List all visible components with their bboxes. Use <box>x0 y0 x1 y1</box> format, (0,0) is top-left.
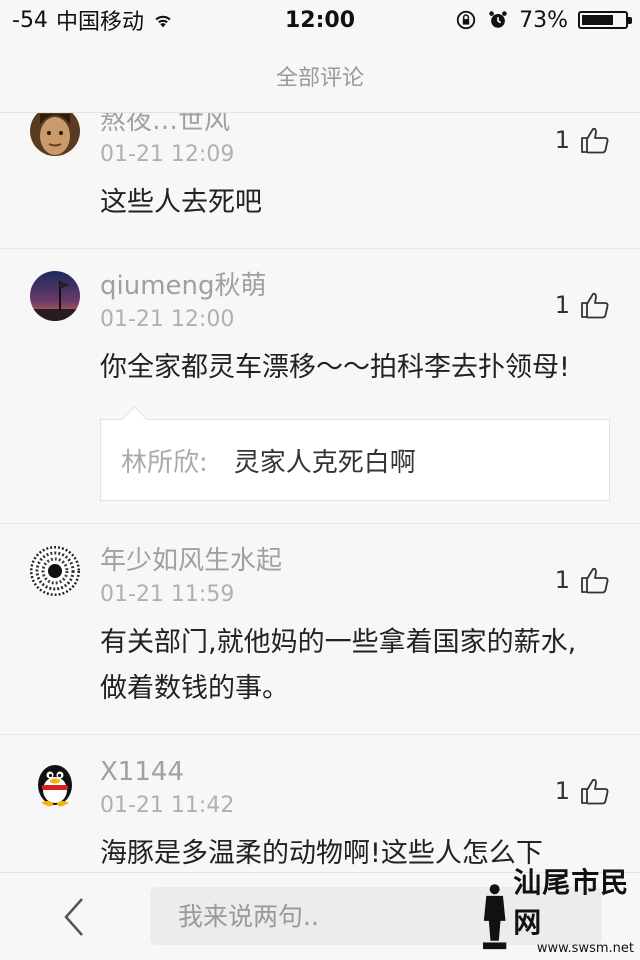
comment-time: 01-21 12:00 <box>100 307 235 332</box>
like-button[interactable]: 1 <box>555 566 610 594</box>
watermark-text: 汕尾市民网 www.swsm.net <box>513 861 634 956</box>
comment-list-content: 熬夜…世风 01-21 12:09 这些人去死吧 1 qiumeng秋萌 01-… <box>0 112 640 872</box>
avatar[interactable] <box>30 546 80 596</box>
like-button[interactable]: 1 <box>555 777 610 805</box>
like-button[interactable]: 1 <box>555 126 610 154</box>
comment-time: 01-21 12:09 <box>100 142 235 167</box>
status-right: 73% <box>455 7 632 33</box>
comment-username[interactable]: 年少如风生水起 <box>100 544 610 578</box>
avatar[interactable] <box>30 757 80 807</box>
thumbs-up-icon <box>581 127 609 154</box>
avatar[interactable] <box>30 271 80 321</box>
battery-tip <box>628 17 632 24</box>
back-chevron-icon[interactable] <box>54 895 94 939</box>
nav-header: 全部评论 <box>0 40 640 113</box>
like-count: 1 <box>554 777 570 805</box>
site-watermark: 汕尾市民网 www.swsm.net <box>478 866 634 956</box>
comment-time: 01-21 11:59 <box>100 582 235 607</box>
signal-strength: -54 <box>12 7 48 33</box>
page-title: 全部评论 <box>275 66 364 91</box>
rotation-lock-icon <box>456 10 476 30</box>
watermark-url: www.swsm.net <box>536 941 634 956</box>
like-count: 1 <box>554 126 570 154</box>
statue-logo-icon <box>482 884 507 950</box>
comment-item[interactable]: X1144 01-21 11:42 海豚是多温柔的动物啊!这些人怎么下 1 <box>0 735 640 872</box>
comment-time: 01-21 11:42 <box>100 793 235 818</box>
thumbs-up-icon <box>581 292 609 319</box>
status-left: -54 中国移动 <box>12 4 174 36</box>
quoted-reply[interactable]: 林所欣: 灵家人克死白啊 <box>100 419 610 501</box>
comment-item[interactable]: qiumeng秋萌 01-21 12:00 你全家都灵车漂移～～拍科李去扑领母!… <box>0 249 640 524</box>
carrier-name: 中国移动 <box>55 10 144 35</box>
reply-text: 灵家人克死白啊 <box>233 447 416 478</box>
comment-list[interactable]: 熬夜…世风 01-21 12:09 这些人去死吧 1 qiumeng秋萌 01-… <box>0 112 640 872</box>
battery-icon <box>578 11 632 29</box>
like-count: 1 <box>554 566 570 594</box>
comment-text: 你全家都灵车漂移～～拍科李去扑领母! <box>100 352 570 383</box>
thumbs-up-icon <box>581 778 609 805</box>
comment-text: 有关部门,就他妈的一些拿着国家的薪水,做着数钱的事。 <box>100 627 577 704</box>
like-count: 1 <box>554 291 570 319</box>
qq-penguin-avatar-icon <box>30 757 80 807</box>
comment-item[interactable]: 熬夜…世风 01-21 12:09 这些人去死吧 1 <box>0 112 640 249</box>
battery-percent: 73% <box>519 7 568 33</box>
avatar[interactable] <box>30 112 80 156</box>
spiral-avatar-icon <box>30 546 80 596</box>
thumbs-up-icon <box>581 567 609 594</box>
status-bar: -54 中国移动 12:00 73% <box>0 0 640 40</box>
alarm-icon <box>489 11 507 28</box>
like-button[interactable]: 1 <box>555 291 610 319</box>
comment-username[interactable]: X1144 <box>100 755 610 789</box>
reply-author[interactable]: 林所欣: <box>121 442 208 479</box>
battery-level <box>582 15 613 25</box>
comment-item[interactable]: 年少如风生水起 01-21 11:59 有关部门,就他妈的一些拿着国家的薪水,做… <box>0 524 640 735</box>
portrait-avatar-icon <box>30 112 80 156</box>
comment-text: 这些人去死吧 <box>100 187 262 218</box>
wifi-icon <box>155 15 171 28</box>
comment-username[interactable]: qiumeng秋萌 <box>100 269 610 303</box>
sunset-avatar-icon <box>30 271 80 321</box>
watermark-title: 汕尾市民网 <box>513 866 630 939</box>
comment-username[interactable]: 熬夜…世风 <box>100 112 610 138</box>
